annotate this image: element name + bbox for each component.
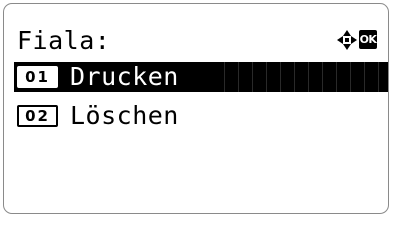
selection-pixel-grid [224, 62, 388, 92]
menu-item-label: Löschen [70, 101, 179, 130]
lcd-display: Fiala: OK 01 Drucken 02 Löschen [3, 3, 389, 214]
menu-item-label: Drucken [70, 62, 179, 91]
menu-item-number-badge: 02 [17, 105, 58, 127]
ok-icon: OK [359, 30, 377, 49]
menu-item-number-badge: 01 [17, 66, 58, 88]
screen-title: Fiala: [17, 26, 111, 55]
header-bar: Fiala: OK [4, 26, 388, 56]
four-way-arrow-icon [336, 29, 358, 51]
menu-item-drucken[interactable]: 01 Drucken [14, 62, 388, 92]
menu-item-loeschen[interactable]: 02 Löschen [14, 101, 388, 131]
